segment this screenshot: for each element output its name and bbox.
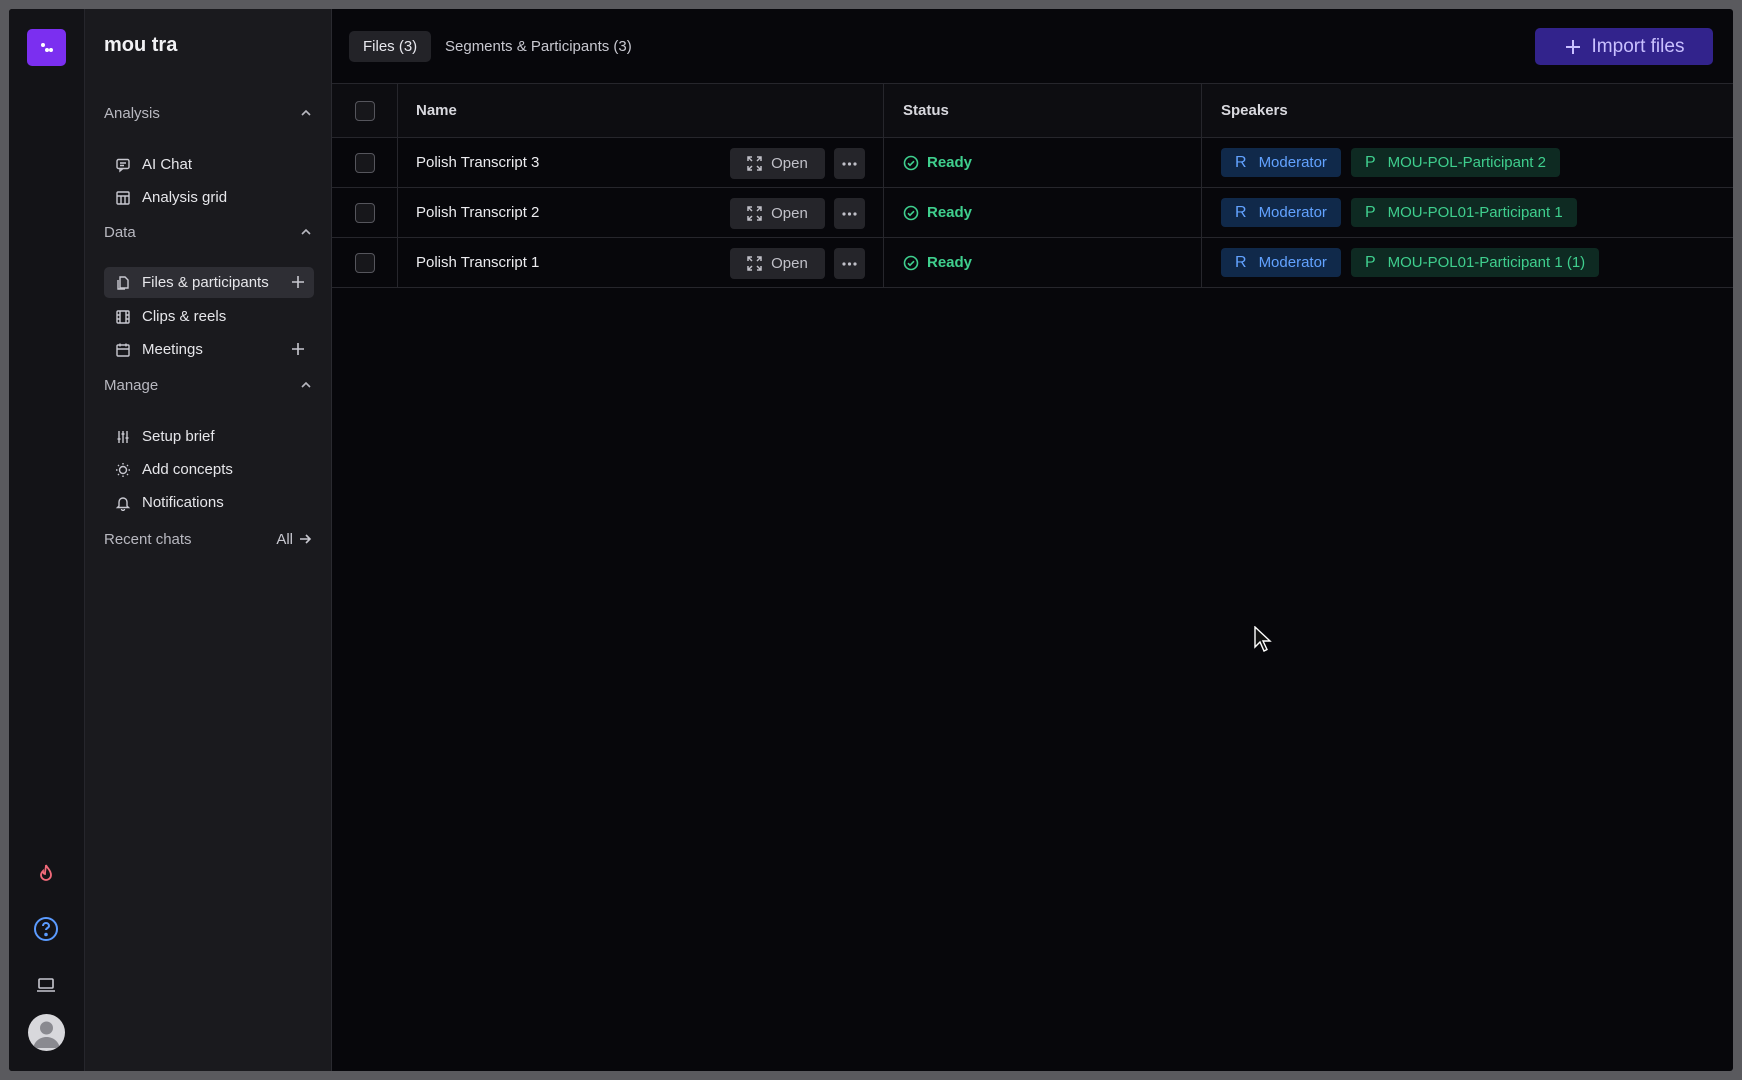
film-icon [114, 308, 132, 326]
bell-icon [114, 494, 132, 512]
speaker-chip-participant[interactable]: P MOU-POL-Participant 2 [1350, 148, 1560, 177]
laptop-icon[interactable] [30, 969, 62, 1001]
column-header-name[interactable]: Name [416, 102, 457, 119]
tab-segments-participants[interactable]: Segments & Participants (3) [431, 31, 646, 62]
sidebar-item-meetings[interactable]: Meetings [104, 334, 314, 365]
avatar[interactable] [28, 1014, 65, 1051]
plus-icon[interactable] [290, 341, 306, 357]
sidebar-item-setup-brief[interactable]: Setup brief [104, 421, 314, 452]
file-name[interactable]: Polish Transcript 2 [416, 204, 539, 221]
row-checkbox[interactable] [354, 252, 375, 273]
select-all-checkbox[interactable] [354, 100, 375, 121]
speaker-chip-moderator[interactable]: R Moderator [1221, 148, 1341, 177]
chat-icon [114, 156, 132, 174]
ellipsis-icon [842, 161, 857, 166]
section-data[interactable]: Data [104, 220, 312, 244]
files-icon [114, 274, 132, 292]
speaker-chip-moderator[interactable]: R Moderator [1221, 248, 1341, 277]
project-title: mou tra [104, 34, 178, 56]
tab-files[interactable]: Files (3) [349, 31, 432, 62]
sidebar-item-notifications[interactable]: Notifications [104, 487, 314, 518]
help-icon[interactable] [30, 913, 62, 945]
sidebar-item-files-participants[interactable]: Files & participants [104, 267, 314, 298]
top-bar: Files (3) Segments & Participants (3) Im… [332, 9, 1733, 84]
check-circle-icon [903, 205, 919, 220]
ellipsis-icon [842, 261, 857, 266]
open-button[interactable]: Open [730, 148, 825, 179]
row-checkbox[interactable] [354, 152, 375, 173]
arrow-right-icon [300, 534, 312, 544]
grid-icon [114, 189, 132, 207]
more-options-button[interactable] [834, 248, 865, 279]
speaker-chip-moderator[interactable]: R Moderator [1221, 198, 1341, 227]
bulb-icon [114, 461, 132, 479]
more-options-button[interactable] [834, 148, 865, 179]
sidebar: mou tra Analysis AI Chat Analysis grid D… [85, 9, 332, 1071]
chevron-up-icon [301, 109, 311, 116]
status-badge: Ready [903, 154, 972, 171]
open-button[interactable]: Open [730, 198, 825, 229]
chevron-up-icon [301, 228, 311, 235]
expand-icon [747, 156, 762, 171]
table-header: Name Status Speakers [332, 84, 1733, 138]
recent-chats-header: Recent chats All [104, 527, 312, 551]
plus-icon [1565, 39, 1580, 54]
sidebar-item-clips-reels[interactable]: Clips & reels [104, 301, 314, 332]
main-content: Files (3) Segments & Participants (3) Im… [332, 9, 1733, 1071]
sidebar-item-add-concepts[interactable]: Add concepts [104, 454, 314, 485]
row-checkbox[interactable] [354, 202, 375, 223]
logo-icon[interactable] [27, 29, 66, 66]
calendar-icon [114, 341, 132, 359]
file-name[interactable]: Polish Transcript 1 [416, 254, 539, 271]
ellipsis-icon [842, 211, 857, 216]
all-chats-link[interactable]: All [276, 531, 312, 548]
column-header-speakers[interactable]: Speakers [1221, 102, 1288, 119]
files-table: Name Status Speakers Polish Transcript 3… [332, 84, 1733, 288]
status-badge: Ready [903, 204, 972, 221]
import-files-button[interactable]: Import files [1535, 28, 1713, 65]
app-window: mou tra Analysis AI Chat Analysis grid D… [9, 9, 1733, 1071]
status-badge: Ready [903, 254, 972, 271]
icon-rail [9, 9, 85, 1071]
file-name[interactable]: Polish Transcript 3 [416, 154, 539, 171]
check-circle-icon [903, 155, 919, 170]
mouse-cursor-icon [1254, 626, 1272, 652]
sidebar-item-analysis-grid[interactable]: Analysis grid [104, 182, 314, 213]
open-button[interactable]: Open [730, 248, 825, 279]
section-analysis[interactable]: Analysis [104, 101, 312, 125]
expand-icon [747, 256, 762, 271]
plus-icon[interactable] [290, 274, 306, 290]
speaker-chip-participant[interactable]: P MOU-POL01-Participant 1 [1350, 198, 1577, 227]
table-row[interactable]: Polish Transcript 1 Open Ready R Moderat… [332, 238, 1733, 288]
expand-icon [747, 206, 762, 221]
check-circle-icon [903, 255, 919, 270]
table-row[interactable]: Polish Transcript 3 Open Ready R Moderat… [332, 138, 1733, 188]
table-row[interactable]: Polish Transcript 2 Open Ready R Moderat… [332, 188, 1733, 238]
flame-icon[interactable] [30, 857, 62, 889]
sidebar-item-ai-chat[interactable]: AI Chat [104, 149, 314, 180]
column-header-status[interactable]: Status [903, 102, 949, 119]
section-manage[interactable]: Manage [104, 373, 312, 397]
more-options-button[interactable] [834, 198, 865, 229]
sliders-icon [114, 428, 132, 446]
chevron-up-icon [301, 381, 311, 388]
speaker-chip-participant[interactable]: P MOU-POL01-Participant 1 (1) [1350, 248, 1600, 277]
